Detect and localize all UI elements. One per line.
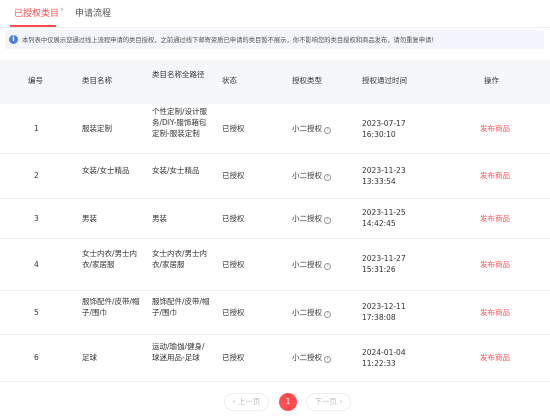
- help-circle-icon[interactable]: ?: [324, 310, 331, 318]
- info-icon: i: [9, 35, 18, 44]
- publish-goods-link[interactable]: 发布商品: [480, 170, 530, 181]
- cell-status: 已授权: [222, 259, 245, 269]
- cell-name: 女装/女士精品: [82, 165, 130, 175]
- cell-status: 已授权: [222, 307, 245, 317]
- prev-page-button[interactable]: ‹ 上一页: [224, 393, 269, 411]
- cell-time: 2023-07-17 16:30:10: [362, 118, 406, 139]
- help-circle-icon[interactable]: ?: [324, 356, 331, 363]
- cell-no: 1: [34, 124, 39, 133]
- tab-authorized-categories[interactable]: 已授权类目: [14, 6, 59, 19]
- publish-goods-link[interactable]: 发布商品: [480, 213, 530, 224]
- help-circle-icon[interactable]: ?: [324, 127, 331, 134]
- cell-auth-type: 小二授权?: [292, 307, 352, 318]
- row-divider: [0, 238, 550, 239]
- auth-type-label: 小二授权: [292, 213, 322, 223]
- cell-no: 4: [34, 259, 39, 269]
- header-status: 状态: [222, 76, 237, 85]
- tab-separator: ›: [60, 5, 64, 15]
- help-circle-icon[interactable]: ?: [324, 216, 331, 224]
- help-circle-icon[interactable]: ?: [324, 262, 331, 270]
- row-divider: [0, 334, 550, 335]
- header-no: 编号: [28, 76, 43, 85]
- auth-type-label: 小二授权: [292, 124, 322, 133]
- publish-goods-link[interactable]: 发布商品: [480, 307, 530, 318]
- header-path: 类目名称全路径: [152, 70, 205, 79]
- help-circle-icon[interactable]: ?: [324, 174, 331, 181]
- row-divider: [0, 290, 550, 291]
- auth-type-label: 小二授权: [292, 171, 322, 180]
- cell-time: 2023-12-11 17:38:08: [362, 302, 406, 322]
- cell-auth-type: 小二授权?: [292, 213, 352, 224]
- cell-auth-type: 小二授权?: [292, 123, 352, 134]
- cell-name: 足球: [82, 353, 97, 362]
- cell-auth-type: 小二授权?: [292, 170, 352, 181]
- cell-path: 男装: [152, 213, 167, 223]
- publish-goods-link[interactable]: 发布商品: [480, 123, 530, 134]
- notice-banner: i 本列表中仅展示您通过线上流程申请的类目授权，之前通过线下邮寄资质已申请的类目…: [5, 30, 544, 49]
- cell-time: 2024-01-04 11:22:33: [362, 347, 406, 368]
- cell-name: 服饰配件/皮带/帽子/围巾: [82, 296, 140, 317]
- active-tab-indicator: [10, 25, 56, 27]
- cell-no: 2: [34, 171, 39, 180]
- cell-path: 运动/瑜伽/健身/球迷用品-足球: [152, 342, 205, 362]
- cell-auth-type: 小二授权?: [292, 352, 352, 363]
- cell-status: 已授权: [222, 124, 245, 133]
- header-time: 授权通过时间: [362, 76, 407, 85]
- cell-time: 2023-11-25 14:42:45: [362, 208, 406, 228]
- notice-text: 本列表中仅展示您通过线上流程申请的类目授权，之前通过线下邮寄资质已申请的类目暂不…: [22, 37, 434, 44]
- cell-auth-type: 小二授权?: [292, 259, 352, 270]
- cell-name: 服装定制: [82, 124, 112, 133]
- cell-path: 服饰配件/皮带/帽子/围巾: [152, 296, 210, 317]
- auth-type-label: 小二授权: [292, 353, 322, 362]
- header-auth-type: 授权类型: [292, 76, 322, 85]
- cell-status: 已授权: [222, 171, 245, 180]
- header-action: 操作: [484, 76, 499, 85]
- cell-no: 3: [34, 213, 39, 223]
- row-divider: [0, 198, 550, 199]
- cell-no: 5: [34, 307, 39, 317]
- cell-time: 2023-11-27 15:31:26: [362, 254, 406, 274]
- tab-application-process[interactable]: 申请流程: [75, 6, 111, 19]
- table-header: 编号 类目名称 类目名称全路径 状态 授权类型 授权通过时间 操作: [0, 60, 550, 104]
- tab-bar: 已授权类目 › 申请流程: [0, 0, 550, 28]
- publish-goods-link[interactable]: 发布商品: [480, 352, 530, 363]
- cell-time: 2023-11-23 13:33:54: [362, 165, 406, 186]
- row-divider: [0, 153, 550, 154]
- publish-goods-link[interactable]: 发布商品: [480, 259, 530, 270]
- cell-no: 6: [34, 353, 39, 362]
- next-page-button[interactable]: 下一页 ›: [306, 393, 351, 411]
- cell-name: 女士内衣/男士内衣/家居服: [82, 248, 138, 269]
- current-page-button[interactable]: 1: [279, 393, 297, 411]
- header-name: 类目名称: [82, 76, 112, 85]
- cell-name: 男装: [82, 213, 97, 223]
- cell-path: 女士内衣/男士内衣/家居服: [152, 248, 208, 269]
- cell-path: 个性定制/设计服务/DIY-服饰箱包定制-服装定制: [152, 107, 208, 138]
- row-divider: [0, 381, 550, 382]
- cell-status: 已授权: [222, 353, 245, 362]
- auth-type-label: 小二授权: [292, 259, 322, 269]
- cell-status: 已授权: [222, 213, 245, 223]
- cell-path: 女装/女士精品: [152, 165, 200, 175]
- auth-type-label: 小二授权: [292, 307, 322, 317]
